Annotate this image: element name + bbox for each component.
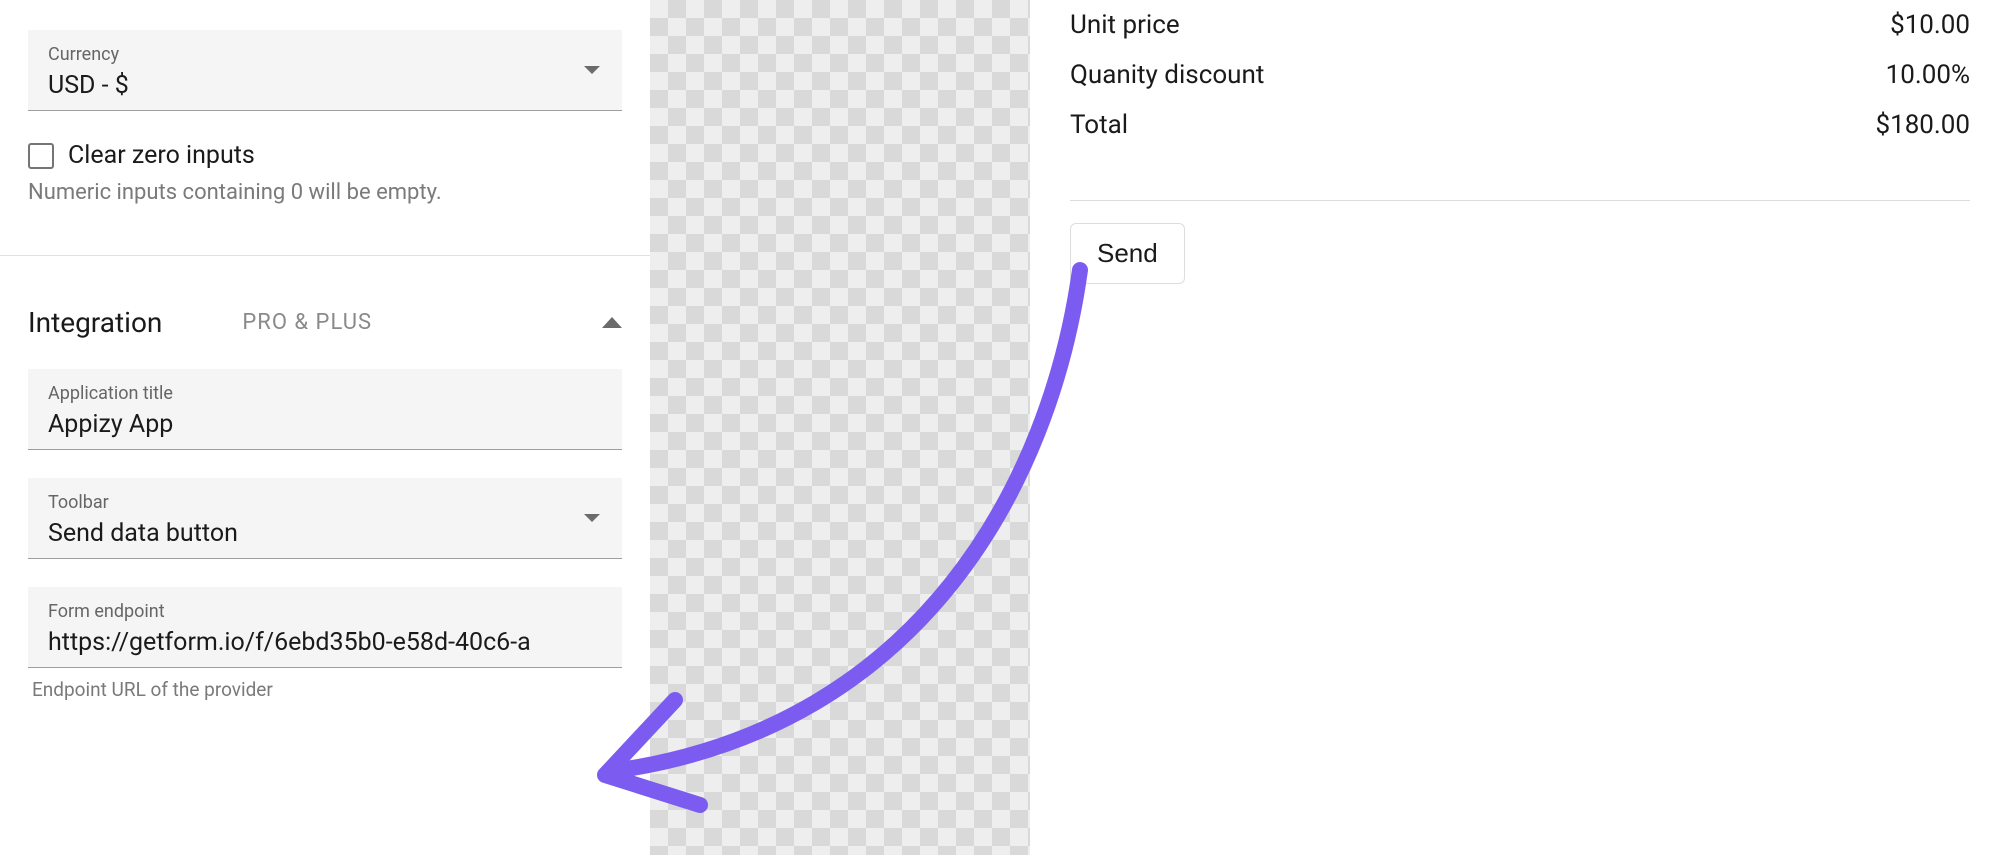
form-endpoint-input[interactable]	[48, 628, 602, 657]
currency-select[interactable]: Currency USD - $	[28, 30, 622, 111]
clear-zero-checkbox[interactable]	[28, 143, 54, 169]
total-label: Total	[1070, 110, 1770, 140]
price-row-unit: Unit price $10.00	[1070, 0, 1970, 50]
settings-panel: Currency USD - $ Clear zero inputs Numer…	[0, 0, 650, 855]
toolbar-select[interactable]: Toolbar Send data button	[28, 478, 622, 559]
total-value: $180.00	[1770, 110, 1970, 140]
unit-price-value: $10.00	[1770, 10, 1970, 40]
integration-section-header[interactable]: Integration PRO & PLUS	[28, 306, 622, 339]
application-title-label: Application title	[48, 383, 602, 404]
integration-title: Integration	[28, 306, 162, 339]
currency-value: USD - $	[48, 71, 602, 100]
clear-zero-label: Clear zero inputs	[68, 141, 255, 170]
toolbar-value: Send data button	[48, 519, 602, 548]
currency-label: Currency	[48, 44, 602, 65]
quantity-discount-label: Quanity discount	[1070, 60, 1770, 90]
form-endpoint-label: Form endpoint	[48, 601, 602, 622]
price-row-discount: Quanity discount 10.00%	[1070, 50, 1970, 100]
clear-zero-helper: Numeric inputs containing 0 will be empt…	[28, 180, 622, 205]
section-divider	[0, 255, 650, 256]
form-endpoint-field[interactable]: Form endpoint	[28, 587, 622, 668]
price-row-total: Total $180.00	[1070, 100, 1970, 150]
send-button[interactable]: Send	[1070, 223, 1185, 284]
application-title-input[interactable]	[48, 410, 602, 439]
integration-badge: PRO & PLUS	[242, 310, 372, 335]
clear-zero-checkbox-row[interactable]: Clear zero inputs	[28, 141, 622, 170]
chevron-down-icon	[584, 514, 600, 522]
chevron-down-icon	[584, 66, 600, 74]
form-endpoint-helper: Endpoint URL of the provider	[32, 678, 622, 701]
toolbar-label: Toolbar	[48, 492, 602, 513]
quantity-discount-value: 10.00%	[1770, 60, 1970, 90]
application-title-field[interactable]: Application title	[28, 369, 622, 450]
chevron-up-icon	[602, 317, 622, 328]
unit-price-label: Unit price	[1070, 10, 1770, 40]
preview-panel: Unit price $10.00 Quanity discount 10.00…	[1030, 0, 2000, 855]
preview-canvas-background	[650, 0, 1030, 855]
preview-divider	[1070, 200, 1970, 201]
